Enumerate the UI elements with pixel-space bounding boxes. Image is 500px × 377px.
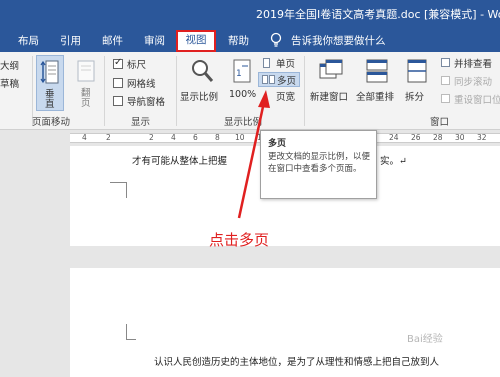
page-width-button[interactable]: 页宽 xyxy=(260,89,300,103)
body-text-line-1-end: 实。↵ xyxy=(380,156,407,167)
ruler-number: 4 xyxy=(171,133,176,142)
one-page-label: 单页 xyxy=(276,59,296,70)
arrange-all-icon xyxy=(366,59,388,83)
reset-window-label: 重设窗口位置 xyxy=(454,95,500,106)
title-bar: 2019年全国I卷语文高考真题.doc [兼容模式] - Wo xyxy=(0,0,500,28)
vertical-label: 垂直 xyxy=(45,89,55,110)
draft-view-button[interactable]: 草稿 xyxy=(0,76,19,90)
reset-window-button[interactable]: 重设窗口位置 xyxy=(440,92,500,106)
window-group-label: 窗口 xyxy=(430,117,450,128)
ribbon-view: 大纲 草稿 垂直 翻页 页面移动 标尺 网格线 导航窗格 显示 xyxy=(0,52,500,130)
tab-mailings[interactable]: 邮件 xyxy=(102,33,123,48)
svg-text:1: 1 xyxy=(236,69,242,79)
magnifier-icon xyxy=(192,60,214,82)
side-by-side-button[interactable]: 并排查看 xyxy=(440,56,500,70)
tab-help[interactable]: 帮助 xyxy=(228,33,249,48)
multi-page-tooltip: 多页 更改文档的显示比例，以便在窗口中查看多个页面。 xyxy=(260,130,377,199)
side-by-side-label: 并排查看 xyxy=(454,59,493,70)
multi-page-label: 多页 xyxy=(277,76,297,87)
zoom-label: 显示比例 xyxy=(180,92,219,103)
new-window-icon xyxy=(319,59,343,79)
split-icon xyxy=(407,59,427,83)
reset-window-icon xyxy=(441,94,450,103)
ruler-number: 8 xyxy=(215,133,220,142)
ruler-number: 24 xyxy=(389,133,399,142)
body-text-line-1: 才有可能从整体上把握 xyxy=(132,156,228,167)
document-page-2[interactable]: 认识人民创造历史的主体地位，是为了从理性和情感上把自己放到人 xyxy=(70,268,500,377)
new-window-label: 新建窗口 xyxy=(310,92,349,103)
ruler-number: 28 xyxy=(433,133,443,142)
side-label: 翻页 xyxy=(81,88,91,109)
annotation-text: 点击多页 xyxy=(209,231,270,249)
sync-scroll-icon xyxy=(441,76,450,85)
vertical-button[interactable]: 垂直 xyxy=(36,55,64,111)
ribbon-tab-bar: 布局 引用 邮件 审阅 视图 帮助 告诉我你想要做什么 xyxy=(0,28,500,52)
zoom-button[interactable]: 显示比例 xyxy=(180,55,224,103)
arrange-all-button[interactable]: 全部重排 xyxy=(354,55,400,103)
one-page-button[interactable]: 单页 xyxy=(260,56,300,70)
zoom-100-button[interactable]: 1 100% xyxy=(226,55,258,103)
new-window-button[interactable]: 新建窗口 xyxy=(308,55,354,103)
side-page-icon xyxy=(77,60,95,82)
ruler-number: 2 xyxy=(149,133,154,142)
side-to-side-button[interactable]: 翻页 xyxy=(72,56,100,112)
ruler-label: 标尺 xyxy=(127,60,147,71)
ruler-number: 2 xyxy=(106,133,111,142)
ruler-number: 6 xyxy=(193,133,198,142)
tell-me-search[interactable]: 告诉我你想要做什么 xyxy=(291,33,386,48)
zoom-group-label: 显示比例 xyxy=(224,117,263,128)
tab-view[interactable]: 视图 xyxy=(176,30,216,52)
show-group-label: 显示 xyxy=(131,117,151,128)
gridlines-checkbox[interactable] xyxy=(113,78,123,88)
tooltip-body: 更改文档的显示比例，以便在窗口中查看多个页面。 xyxy=(268,152,371,174)
multi-page-icon xyxy=(262,75,268,84)
vertical-page-icon xyxy=(40,60,59,84)
nav-pane-label: 导航窗格 xyxy=(127,97,166,108)
ruler-number: 10 xyxy=(235,133,245,142)
nav-pane-checkbox[interactable] xyxy=(113,96,123,106)
split-label: 拆分 xyxy=(405,92,425,103)
window-title: 2019年全国I卷语文高考真题.doc [兼容模式] - Wo xyxy=(256,8,500,21)
multi-page-button[interactable]: 多页 xyxy=(258,72,300,87)
page-width-label: 页宽 xyxy=(276,92,296,103)
ruler-checkbox[interactable] xyxy=(113,57,123,69)
tab-layout[interactable]: 布局 xyxy=(18,33,39,48)
side-by-side-icon xyxy=(441,58,450,67)
ruler-number: 30 xyxy=(455,133,465,142)
split-button[interactable]: 拆分 xyxy=(400,55,432,103)
outline-view-button[interactable]: 大纲 xyxy=(0,58,19,72)
gridlines-label: 网格线 xyxy=(127,79,156,90)
ruler-number: 32 xyxy=(477,133,487,142)
tab-review[interactable]: 审阅 xyxy=(144,33,165,48)
ruler-number: 4 xyxy=(82,133,87,142)
zoom-100-label: 100% xyxy=(229,89,257,100)
lightbulb-icon xyxy=(270,32,282,47)
tab-references[interactable]: 引用 xyxy=(60,33,81,48)
sync-scroll-label: 同步滚动 xyxy=(454,77,493,88)
watermark: Bai经验 xyxy=(407,334,443,345)
arrange-all-label: 全部重排 xyxy=(356,92,395,103)
ruler-number: 26 xyxy=(411,133,421,142)
tooltip-title: 多页 xyxy=(268,139,287,149)
zoom-100-icon: 1 xyxy=(233,59,251,83)
page-movement-group-label: 页面移动 xyxy=(32,117,71,128)
one-page-icon xyxy=(263,58,270,68)
sync-scroll-button[interactable]: 同步滚动 xyxy=(440,74,500,88)
body-text-line-2: 认识人民创造历史的主体地位，是为了从理性和情感上把自己放到人 xyxy=(154,357,440,368)
